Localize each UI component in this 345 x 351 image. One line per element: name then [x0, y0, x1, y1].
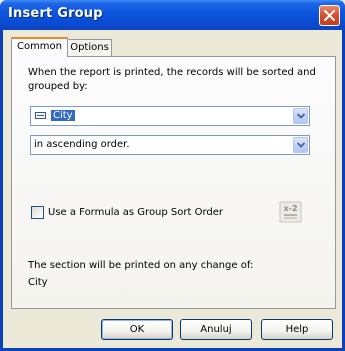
dialog-body: Common Options When the report is printe…: [3, 30, 342, 348]
tab-options-label: Options: [70, 42, 109, 53]
sort-order-value: in ascending order.: [34, 139, 130, 150]
database-field-icon: [35, 112, 46, 119]
tab-common-label: Common: [16, 41, 63, 52]
tab-options[interactable]: Options: [67, 39, 112, 56]
sort-order-dropdown-button[interactable]: [293, 137, 308, 153]
chevron-down-icon: [297, 142, 305, 148]
tab-common[interactable]: Common: [11, 37, 68, 57]
group-field-select[interactable]: City: [30, 106, 310, 126]
sort-description-line1: When the report is printed, the records …: [28, 67, 316, 78]
close-button[interactable]: [319, 5, 340, 26]
insert-group-dialog: Insert Group Common Options When the rep…: [0, 0, 345, 351]
section-note: The section will be printed on any chang…: [28, 260, 254, 271]
sort-order-select[interactable]: in ascending order.: [30, 135, 310, 155]
formula-glyph: x-2: [283, 204, 297, 213]
common-tab-panel: When the report is printed, the records …: [11, 56, 336, 309]
cancel-button[interactable]: Anuluj: [180, 319, 252, 340]
formula-x2-icon: x-2: [279, 201, 302, 223]
help-button[interactable]: Help: [261, 319, 333, 340]
use-formula-checkbox[interactable]: [31, 206, 44, 219]
chevron-down-icon: [297, 113, 305, 119]
close-icon: [324, 10, 335, 21]
window-title: Insert Group: [8, 6, 103, 21]
sort-description-line2: grouped by:: [28, 81, 88, 92]
section-field: City: [28, 277, 48, 288]
formula-editor-button[interactable]: x-2: [279, 201, 302, 223]
ok-button[interactable]: OK: [101, 319, 173, 340]
group-field-dropdown-button[interactable]: [293, 108, 308, 124]
title-bar[interactable]: Insert Group: [0, 0, 345, 30]
use-formula-label[interactable]: Use a Formula as Group Sort Order: [48, 207, 223, 219]
group-field-value: City: [51, 110, 75, 121]
